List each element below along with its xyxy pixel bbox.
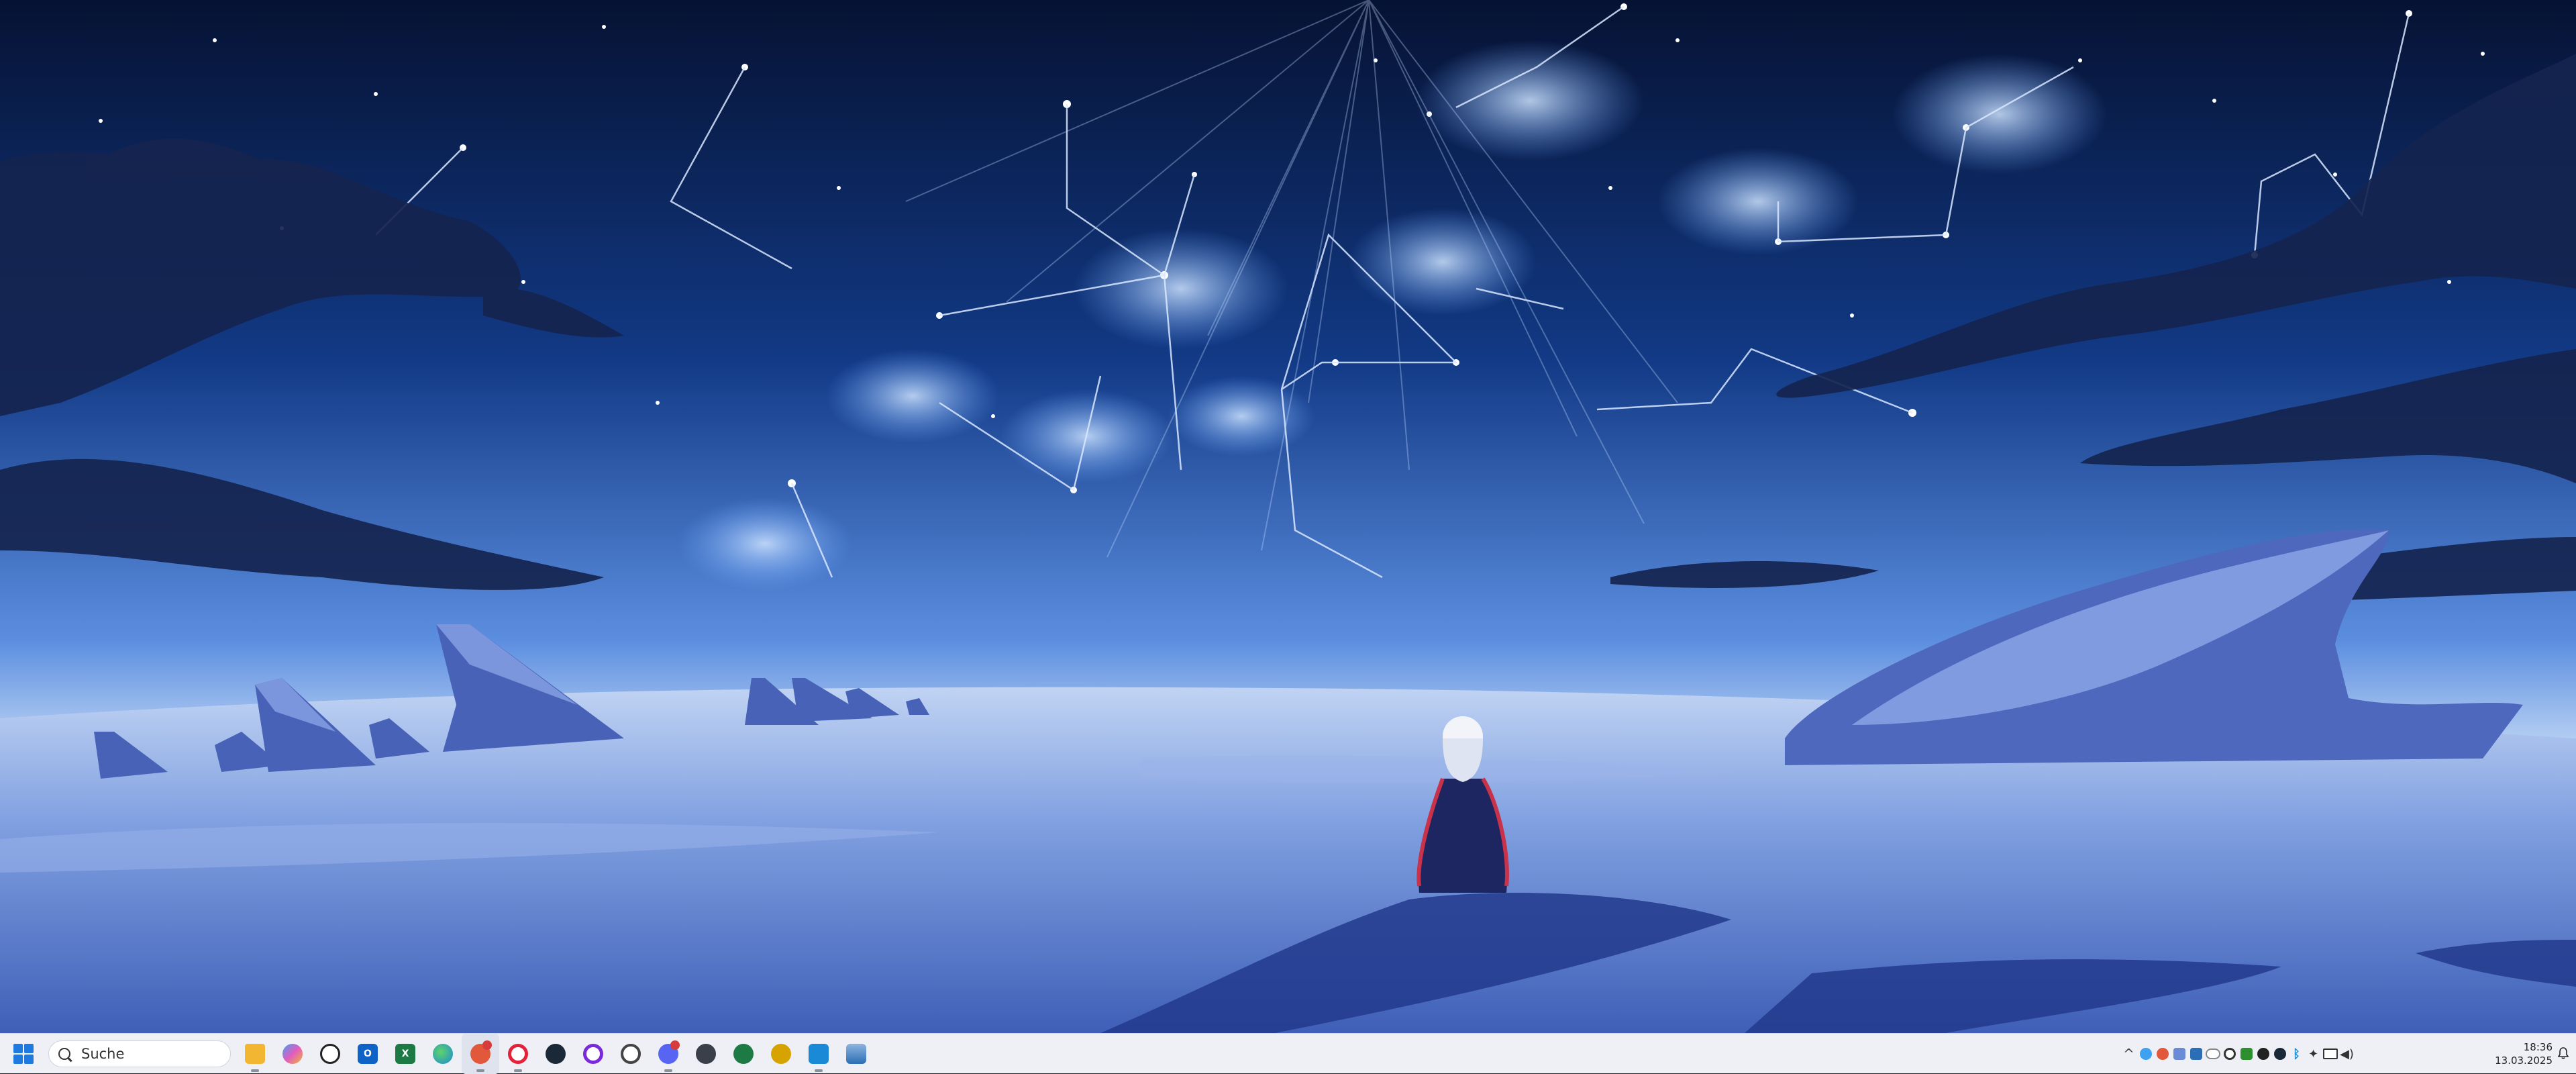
wallpaper-art	[0, 0, 2576, 1033]
notification-bell-icon[interactable]	[2558, 1047, 2569, 1059]
blue-app-icon	[809, 1044, 829, 1064]
tray-pen-icon[interactable]	[2171, 1034, 2187, 1074]
tray-copilot-icon[interactable]	[2137, 1034, 2154, 1074]
tray-steam-icon[interactable]	[2271, 1034, 2288, 1074]
tray-circle-icon[interactable]	[2255, 1034, 2271, 1074]
tray-cloud-icon[interactable]	[2204, 1034, 2221, 1074]
excel-icon: X	[395, 1044, 415, 1064]
clock-date: 13.03.2025	[2495, 1055, 2553, 1067]
system-clock[interactable]: 18:36 13.03.2025	[2485, 1040, 2553, 1067]
taskbar-app-xbox[interactable]	[725, 1034, 762, 1074]
search-icon	[58, 1048, 70, 1060]
tray-chevron-up-icon[interactable]: ^	[2120, 1034, 2137, 1074]
edge-icon	[433, 1044, 453, 1064]
tray-speaker-icon[interactable]: ◀)	[2338, 1034, 2355, 1074]
taskbar-app-ring[interactable]	[574, 1034, 612, 1074]
tray-nvidia-icon[interactable]	[2238, 1034, 2255, 1074]
taskbar-app-copilot[interactable]	[274, 1034, 311, 1074]
windows-start-icon[interactable]	[13, 1044, 34, 1064]
tray-app-icon[interactable]	[2154, 1034, 2171, 1074]
system-tray: ^ ᛒ ✦ ◀)	[2120, 1034, 2355, 1074]
taskbar-app-aimp[interactable]	[762, 1034, 800, 1074]
file-explorer-icon	[245, 1044, 265, 1064]
taskbar-app-discord[interactable]	[650, 1034, 687, 1074]
taskbar-app-outlook[interactable]: O	[349, 1034, 387, 1074]
notification-badge	[670, 1040, 680, 1050]
taskbar-app-edge[interactable]	[424, 1034, 462, 1074]
pinned-apps: O X	[236, 1034, 875, 1074]
tray-display-icon[interactable]	[2322, 1034, 2338, 1074]
outlook-icon: O	[358, 1044, 378, 1064]
copilot-icon	[282, 1044, 303, 1064]
taskbar: Suche O X ^ ᛒ ✦ ◀) 18:36 13.03.2025	[0, 1033, 2576, 1074]
taskbar-app-excel[interactable]: X	[387, 1034, 424, 1074]
taskbar-app-tweak[interactable]	[462, 1034, 499, 1074]
aimp-icon	[771, 1044, 791, 1064]
taskbar-app-lock[interactable]	[687, 1034, 725, 1074]
ring-app-icon	[583, 1044, 603, 1064]
chatgpt-icon	[320, 1044, 340, 1064]
opera-icon	[508, 1044, 528, 1064]
taskbar-app-chatgpt[interactable]	[311, 1034, 349, 1074]
taskbar-app-blue[interactable]	[800, 1034, 837, 1074]
lock-icon	[696, 1044, 716, 1064]
tray-gpu-icon[interactable]	[2221, 1034, 2238, 1074]
taskbar-app-game[interactable]	[837, 1034, 875, 1074]
clock-time: 18:36	[2523, 1041, 2553, 1053]
tray-monitor-icon[interactable]	[2187, 1034, 2204, 1074]
tray-bluetooth-icon[interactable]: ᛒ	[2288, 1034, 2305, 1074]
desktop-wallpaper	[0, 0, 2576, 1033]
search-label: Suche	[81, 1046, 125, 1062]
running-indicator	[514, 1069, 522, 1072]
search-input[interactable]: Suche	[48, 1040, 231, 1067]
running-indicator	[664, 1069, 672, 1072]
running-indicator	[476, 1069, 484, 1072]
taskbar-app-file-explorer[interactable]	[236, 1034, 274, 1074]
steam-icon	[546, 1044, 566, 1064]
notification-badge	[482, 1040, 492, 1050]
taskbar-app-steam[interactable]	[537, 1034, 574, 1074]
target-app-icon	[621, 1044, 641, 1064]
taskbar-app-target[interactable]	[612, 1034, 650, 1074]
tray-usb-icon[interactable]: ✦	[2305, 1034, 2322, 1074]
xbox-icon	[733, 1044, 754, 1064]
game-app-icon	[846, 1044, 866, 1064]
taskbar-app-opera[interactable]	[499, 1034, 537, 1074]
running-indicator	[251, 1069, 259, 1072]
running-indicator	[815, 1069, 823, 1072]
